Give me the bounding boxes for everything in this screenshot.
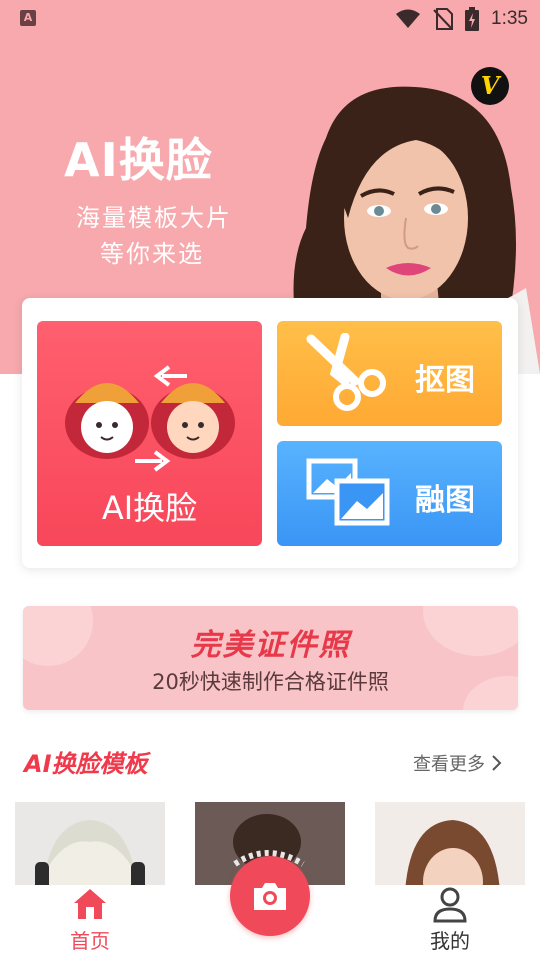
home-icon [74,889,106,919]
nav-me-tab[interactable]: 我的 [420,885,480,960]
nav-me-label: 我的 [430,929,470,953]
template-image [375,802,525,892]
banner-subtitle: 20秒快速制作合格证件照 [152,670,389,694]
hero-subtitle-line1: 海量模板大片 [76,204,232,232]
app-notification-icon: A [20,10,36,26]
cutout-button[interactable]: 抠图 [277,321,502,426]
user-icon [433,887,467,923]
face-swap-button[interactable]: AI换脸 [37,321,262,546]
view-more-link[interactable]: 查看更多 [413,750,503,776]
cutout-label: 抠图 [415,363,475,398]
images-icon [306,458,390,526]
chevron-right-icon [492,755,502,771]
blend-button[interactable]: 融图 [277,441,502,546]
face-swap-label: AI换脸 [101,489,198,527]
nav-home-label: 首页 [70,929,110,953]
feature-card: AI换脸 抠图 融图 [22,298,518,568]
vip-badge-icon[interactable]: V [471,67,509,105]
templates-section-title: AI换脸模板 [24,750,148,778]
camera-icon [254,883,286,910]
template-image [15,802,165,892]
blend-label: 融图 [415,483,475,518]
template-thumbnail[interactable] [375,802,525,892]
view-more-label: 查看更多 [413,754,485,775]
id-photo-banner[interactable]: 完美证件照 20秒快速制作合格证件照 [23,606,518,710]
hero-subtitle-line2: 等你来选 [100,240,204,268]
wifi-icon [396,9,421,28]
camera-button[interactable] [230,856,310,936]
status-time: 1:35 [491,8,528,29]
battery-charging-icon [465,7,480,31]
face-swap-icon [65,365,235,472]
no-sim-icon [433,8,454,30]
template-thumbnail[interactable] [15,802,165,892]
hero-title: AI换脸 [64,133,213,187]
status-bar: A 1:35 [0,0,540,38]
scissors-icon [306,333,386,411]
nav-home-tab[interactable]: 首页 [60,885,120,960]
status-icons: 1:35 [395,6,528,32]
banner-title: 完美证件照 [190,628,351,663]
